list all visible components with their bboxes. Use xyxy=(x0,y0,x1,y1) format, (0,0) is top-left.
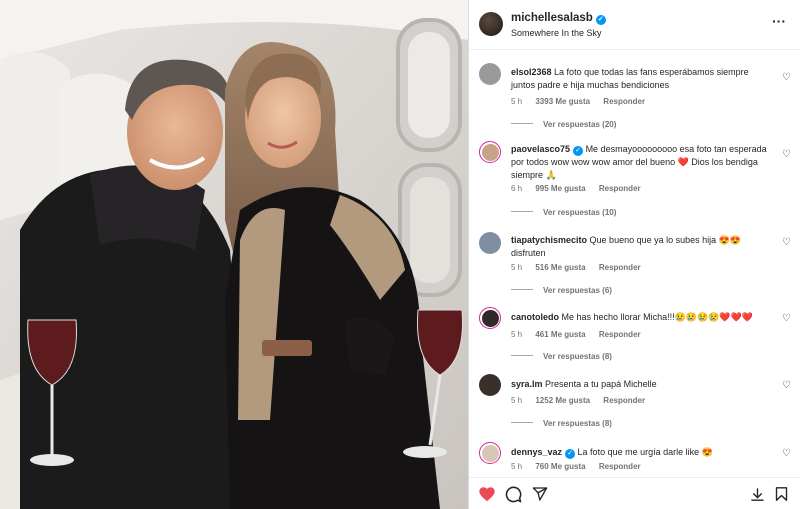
comment-time: 6 h xyxy=(511,184,523,193)
comment-like-icon[interactable]: ♡ xyxy=(782,448,791,459)
view-replies-button[interactable]: Ver respuestas (20) xyxy=(511,120,616,129)
comment-likes[interactable]: 1252 Me gusta xyxy=(535,396,590,405)
comment-meta: 5 h 1252 Me gusta Responder xyxy=(511,396,656,405)
bookmark-icon[interactable] xyxy=(771,484,791,504)
comments-list[interactable]: elsol2368 La foto que todas las fans esp… xyxy=(469,50,800,477)
comment-username[interactable]: syra.lm xyxy=(511,379,543,389)
comment-item: tiapatychismecito Que bueno que ya lo su… xyxy=(469,228,800,300)
view-replies-button[interactable]: Ver respuestas (10) xyxy=(511,208,616,217)
comment-time: 5 h xyxy=(511,330,523,339)
comment-text: syra.lm Presenta a tu papá Michelle xyxy=(511,378,773,391)
comment-reply-button[interactable]: Responder xyxy=(599,462,641,471)
comment-item: elsol2368 La foto que todas las fans esp… xyxy=(469,60,800,135)
verified-badge-icon: ✓ xyxy=(573,146,584,156)
comment-text: elsol2368 La foto que todas las fans esp… xyxy=(511,66,773,91)
comment-reply-button[interactable]: Responder xyxy=(599,330,641,339)
verified-badge-icon: ✓ xyxy=(565,449,576,459)
heart-filled-icon[interactable] xyxy=(477,484,497,504)
comment-meta: 5 h 760 Me gusta Responder xyxy=(511,462,652,471)
comment-time: 5 h xyxy=(511,263,523,272)
comment-content: La foto que me urgía darle like 😍 xyxy=(577,447,713,457)
comment-username[interactable]: tiapatychismecito xyxy=(511,235,587,245)
author-username[interactable]: michellesalasb ✓ xyxy=(511,12,606,25)
comment-meta: 5 h 516 Me gusta Responder xyxy=(511,263,652,272)
replies-divider xyxy=(511,289,533,290)
download-icon[interactable] xyxy=(747,484,767,504)
view-replies-button[interactable]: Ver respuestas (6) xyxy=(511,286,612,295)
comment-icon[interactable] xyxy=(503,484,523,504)
post-location[interactable]: Somewhere In the Sky xyxy=(511,28,602,38)
author-username-text[interactable]: michellesalasb xyxy=(511,12,593,24)
replies-divider xyxy=(511,355,533,356)
view-replies-label[interactable]: Ver respuestas (20) xyxy=(543,120,616,129)
comment-item: syra.lm Presenta a tu papá Michelle ♡ 5 … xyxy=(469,370,800,434)
comment-username[interactable]: canotoledo xyxy=(511,312,559,322)
share-icon[interactable] xyxy=(530,484,550,504)
comment-likes[interactable]: 516 Me gusta xyxy=(535,263,585,272)
post-actions-bar xyxy=(469,477,800,509)
view-replies-button[interactable]: Ver respuestas (8) xyxy=(511,352,612,361)
comment-likes[interactable]: 760 Me gusta xyxy=(535,462,585,471)
comment-like-icon[interactable]: ♡ xyxy=(782,237,791,248)
view-replies-label[interactable]: Ver respuestas (8) xyxy=(543,352,612,361)
comment-reply-button[interactable]: Responder xyxy=(603,396,645,405)
comment-like-icon[interactable]: ♡ xyxy=(782,380,791,391)
post-photo[interactable] xyxy=(0,0,468,509)
author-avatar[interactable] xyxy=(479,12,503,36)
comment-likes[interactable]: 3393 Me gusta xyxy=(535,97,590,106)
view-replies-button[interactable]: Ver respuestas (8) xyxy=(511,419,612,428)
comment-meta: 5 h 461 Me gusta Responder xyxy=(511,330,652,339)
view-replies-label[interactable]: Ver respuestas (6) xyxy=(543,286,612,295)
view-replies-label[interactable]: Ver respuestas (10) xyxy=(543,208,616,217)
comment-reply-button[interactable]: Responder xyxy=(603,97,645,106)
comment-time: 5 h xyxy=(511,462,523,471)
comment-meta: 5 h 3393 Me gusta Responder xyxy=(511,97,656,106)
post-side-panel: michellesalasb ✓ Somewhere In the Sky ···… xyxy=(468,0,800,509)
comment-avatar[interactable] xyxy=(479,374,501,396)
comment-text: paovelasco75 ✓ Me desmayooooooooo esa fot… xyxy=(511,143,773,181)
comment-item: canotoledo Me has hecho llorar Micha!!!😢… xyxy=(469,303,800,365)
comment-avatar[interactable] xyxy=(479,63,501,85)
comment-content: Me has hecho llorar Micha!!!😢😢😢😢❤️❤️❤️ xyxy=(561,312,754,322)
comment-avatar[interactable] xyxy=(479,141,501,163)
comment-reply-button[interactable]: Responder xyxy=(599,184,641,193)
comment-username[interactable]: dennys_vaz xyxy=(511,447,562,457)
comment-meta: 6 h 995 Me gusta Responder xyxy=(511,184,652,193)
comment-text: dennys_vaz ✓ La foto que me urgía darle l… xyxy=(511,446,773,459)
comment-text: tiapatychismecito Que bueno que ya lo su… xyxy=(511,234,773,259)
comment-like-icon[interactable]: ♡ xyxy=(782,72,791,83)
comment-username[interactable]: elsol2368 xyxy=(511,67,552,77)
comment-item: paovelasco75 ✓ Me desmayooooooooo esa fot… xyxy=(469,137,800,227)
comment-reply-button[interactable]: Responder xyxy=(599,263,641,272)
more-options-icon[interactable]: ··· xyxy=(772,13,786,29)
comment-like-icon[interactable]: ♡ xyxy=(782,149,791,160)
replies-divider xyxy=(511,211,533,212)
comment-text: canotoledo Me has hecho llorar Micha!!!😢… xyxy=(511,311,773,324)
comment-avatar[interactable] xyxy=(479,307,501,329)
comment-time: 5 h xyxy=(511,97,523,106)
comment-avatar[interactable] xyxy=(479,442,501,464)
comment-avatar[interactable] xyxy=(479,232,501,254)
post-header: michellesalasb ✓ Somewhere In the Sky ··· xyxy=(469,0,800,50)
view-replies-label[interactable]: Ver respuestas (8) xyxy=(543,419,612,428)
comment-username[interactable]: paovelasco75 xyxy=(511,144,570,154)
comment-time: 5 h xyxy=(511,396,523,405)
comment-likes[interactable]: 995 Me gusta xyxy=(535,184,585,193)
replies-divider xyxy=(511,422,533,423)
verified-badge-icon: ✓ xyxy=(595,15,606,25)
comment-content: Presenta a tu papá Michelle xyxy=(545,379,657,389)
replies-divider xyxy=(511,123,533,124)
comment-likes[interactable]: 461 Me gusta xyxy=(535,330,585,339)
comment-like-icon[interactable]: ♡ xyxy=(782,313,791,324)
comment-item: dennys_vaz ✓ La foto que me urgía darle l… xyxy=(469,438,800,477)
